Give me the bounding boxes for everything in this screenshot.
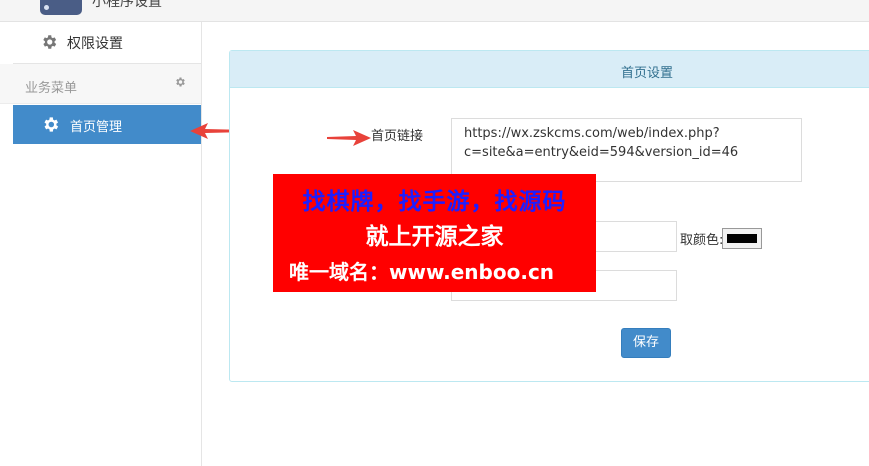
watermark-line3: 唯一域名：www.enboo.cn (289, 260, 555, 284)
color-swatch-fill (727, 234, 757, 243)
app-logo-icon (40, 0, 82, 15)
watermark-line2: 就上开源之家 (365, 224, 504, 250)
color-picker-swatch[interactable] (722, 228, 762, 249)
home-link-value-line2: c=site&a=entry&eid=594&version_id=46 (464, 145, 739, 160)
app-name: 小程序设置 (92, 0, 162, 10)
home-link-label: 首页链接 (371, 129, 424, 144)
home-link-value-line1: https://wx.zskcms.com/web/index.php? (464, 126, 720, 141)
section-header-business-menu: 业务菜单 (0, 64, 201, 104)
section-header-label: 业务菜单 (25, 81, 78, 96)
gear-icon (44, 117, 59, 132)
panel-title: 首页设置 (621, 66, 674, 81)
sidebar: 权限设置 业务菜单 首页管理 (0, 22, 202, 466)
watermark-line1: 找棋牌，找手游，找源码 (302, 189, 567, 215)
sidebar-item-label: 首页管理 (70, 120, 123, 135)
watermark-banner: 找棋牌，找手游，找源码 就上开源之家 唯一域名：www.enboo.cn (273, 174, 596, 292)
top-header: 小程序设置 (0, 0, 869, 22)
panel-heading: 首页设置 (230, 51, 869, 88)
annotation-arrow-right (327, 130, 371, 146)
save-button[interactable]: 保存 (621, 328, 671, 358)
sidebar-item-label: 权限设置 (67, 36, 123, 52)
gear-icon[interactable] (174, 76, 186, 88)
sidebar-item-home-management[interactable]: 首页管理 (13, 105, 201, 144)
sidebar-item-permissions[interactable]: 权限设置 (13, 22, 201, 64)
gear-icon (43, 35, 57, 49)
home-link-field[interactable]: https://wx.zskcms.com/web/index.php? c=s… (451, 118, 802, 182)
color-picker-label: 取颜色: (680, 233, 724, 248)
